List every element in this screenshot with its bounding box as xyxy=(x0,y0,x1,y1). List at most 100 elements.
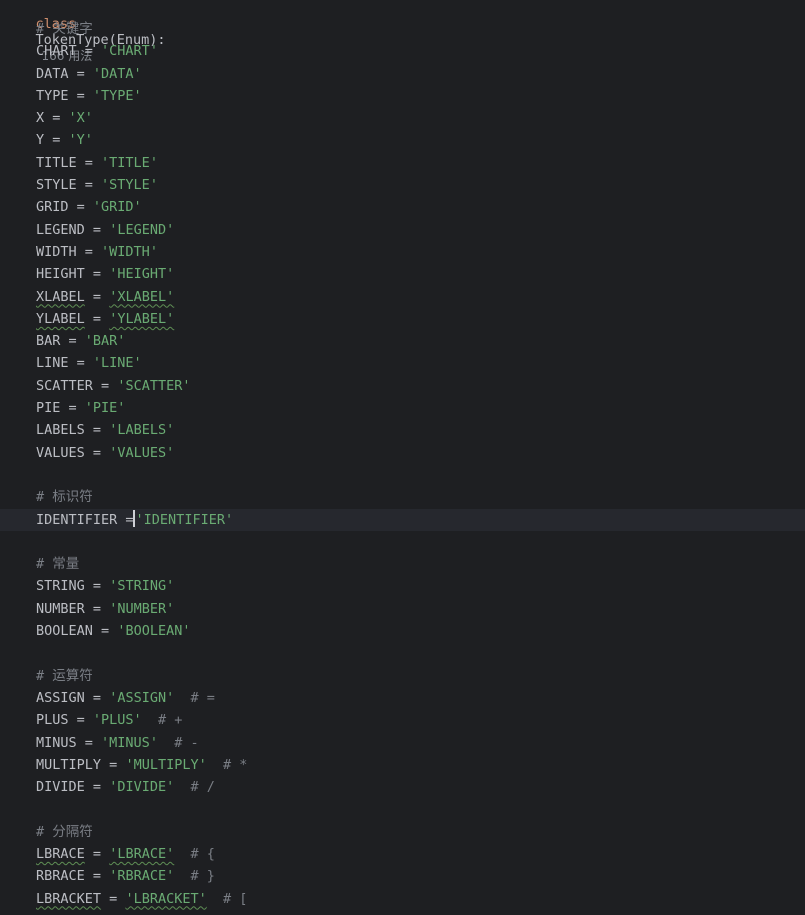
assign-operator: = xyxy=(44,132,61,149)
member-value: 'MULTIPLY' xyxy=(125,756,207,773)
enum-member-line[interactable]: SCATTER = 'SCATTER' xyxy=(0,375,805,397)
member-value: 'PIE' xyxy=(84,400,126,417)
code-editor[interactable]: class TokenType(Enum): 166 用法 # 关键字 CHART… xyxy=(0,0,805,915)
assign-operator: = xyxy=(92,377,110,394)
enum-member-line[interactable]: RBRACE = 'RBRACE' # } xyxy=(0,865,805,887)
assign-operator: = xyxy=(117,511,134,528)
member-name: GRID xyxy=(36,199,69,216)
enum-member-line[interactable]: Y = 'Y' xyxy=(0,129,805,151)
enum-member-line[interactable]: LEGEND = 'LEGEND' xyxy=(0,219,805,241)
enum-member-line[interactable]: TITLE = 'TITLE' xyxy=(0,152,805,174)
assign-operator: = xyxy=(84,868,102,885)
enum-member-line[interactable]: XLABEL = 'XLABEL' xyxy=(0,286,805,308)
assign-operator: = xyxy=(76,177,93,194)
assign-operator: = xyxy=(84,266,102,283)
member-value: 'LABELS' xyxy=(109,422,175,439)
member-value: 'DATA' xyxy=(92,65,142,82)
enum-member-line[interactable]: VALUES = 'VALUES' xyxy=(0,442,805,464)
member-name: DIVIDE xyxy=(36,779,85,796)
enum-member-line[interactable]: STYLE = 'STYLE' xyxy=(0,174,805,196)
member-value: 'VALUES' xyxy=(109,444,175,461)
enum-member-line[interactable]: ASSIGN = 'ASSIGN' # = xyxy=(0,687,805,709)
enum-member-line[interactable]: BAR = 'BAR' xyxy=(0,330,805,352)
enum-member-line[interactable]: DATA = 'DATA' xyxy=(0,63,805,85)
member-name: STRING xyxy=(36,578,85,595)
enum-member-line[interactable]: LINE = 'LINE' xyxy=(0,352,805,374)
comment-line[interactable]: # 运算符 xyxy=(0,665,805,687)
trailing-comment: # [ xyxy=(222,890,248,907)
member-value: 'DIVIDE' xyxy=(109,779,175,796)
assign-operator: = xyxy=(84,310,102,327)
member-value: 'LEGEND' xyxy=(109,221,175,238)
member-value: 'BAR' xyxy=(84,333,126,350)
assign-operator: = xyxy=(84,779,102,796)
enum-member-line[interactable]: MINUS = 'MINUS' # - xyxy=(0,732,805,754)
member-value: 'BOOLEAN' xyxy=(117,623,191,640)
enum-member-line[interactable]: X = 'X' xyxy=(0,107,805,129)
member-name: LEGEND xyxy=(36,221,85,238)
enum-member-line[interactable]: LBRACE = 'LBRACE' # { xyxy=(0,843,805,865)
member-value: 'CHART' xyxy=(101,43,158,60)
trailing-comment: # / xyxy=(190,779,215,796)
enum-member-line[interactable]: NUMBER = 'NUMBER' xyxy=(0,598,805,620)
member-name: XLABEL xyxy=(36,288,85,305)
class-declaration-line[interactable]: class TokenType(Enum): 166 用法 xyxy=(0,0,805,63)
assign-operator: = xyxy=(68,87,85,104)
text-cursor xyxy=(132,509,135,527)
enum-member-line[interactable]: LABELS = 'LABELS' xyxy=(0,419,805,441)
enum-member-line[interactable]: LBRACKET = 'LBRACKET' # [ xyxy=(0,888,805,910)
enum-member-line[interactable]: YLABEL = 'YLABEL' xyxy=(0,308,805,330)
assign-operator: = xyxy=(60,333,77,350)
assign-operator: = xyxy=(76,43,93,60)
member-value: 'MINUS' xyxy=(101,734,158,751)
enum-member-line[interactable]: TYPE = 'TYPE' xyxy=(0,85,805,107)
assign-operator: = xyxy=(76,154,93,171)
member-name: X xyxy=(36,110,45,127)
enum-member-line[interactable]: BOOLEAN = 'BOOLEAN' xyxy=(0,620,805,642)
trailing-comment: # + xyxy=(157,712,183,729)
assign-operator: = xyxy=(84,578,102,595)
comment-text: # 常量 xyxy=(36,556,80,573)
member-name: LBRACE xyxy=(36,845,85,862)
comment-line[interactable]: # 标识符 xyxy=(0,486,805,508)
trailing-comment: # * xyxy=(222,756,248,773)
assign-operator: = xyxy=(68,65,85,82)
assign-operator: = xyxy=(60,400,77,417)
member-value: 'GRID' xyxy=(92,199,142,216)
enum-member-line[interactable]: GRID = 'GRID' xyxy=(0,196,805,218)
enum-member-line[interactable]: MULTIPLY = 'MULTIPLY' # * xyxy=(0,754,805,776)
member-name: NUMBER xyxy=(36,600,85,617)
comment-line[interactable]: # 关键字 xyxy=(0,18,805,40)
member-name: VALUES xyxy=(36,444,85,461)
assign-operator: = xyxy=(76,243,93,260)
enum-member-line[interactable]: STRING = 'STRING' xyxy=(0,575,805,597)
comment-text: # 关键字 xyxy=(36,21,93,37)
trailing-comment: # { xyxy=(190,845,215,862)
member-value: 'IDENTIFIER' xyxy=(135,511,234,528)
assign-operator: = xyxy=(92,623,110,640)
member-name: TITLE xyxy=(36,154,77,171)
member-name: MULTIPLY xyxy=(36,756,102,773)
assign-operator: = xyxy=(101,890,118,907)
member-value: 'WIDTH' xyxy=(101,243,158,260)
member-value: 'TYPE' xyxy=(92,87,142,104)
enum-member-line[interactable]: HEIGHT = 'HEIGHT' xyxy=(0,263,805,285)
assign-operator: = xyxy=(84,422,102,439)
comment-line[interactable]: # 常量 xyxy=(0,553,805,575)
assign-operator: = xyxy=(84,689,102,706)
comment-line[interactable]: # 分隔符 xyxy=(0,821,805,843)
enum-member-line[interactable]: PLUS = 'PLUS' # + xyxy=(0,709,805,731)
enum-member-line[interactable]: CHART = 'CHART' xyxy=(0,40,805,62)
comment-text: # 运算符 xyxy=(36,667,93,684)
enum-member-line[interactable]: IDENTIFIER = 'IDENTIFIER' xyxy=(0,508,805,531)
member-name: ASSIGN xyxy=(36,689,85,706)
class-body: # 关键字 CHART = 'CHART' DATA = 'DATA' TYPE = … xyxy=(0,18,805,910)
assign-operator: = xyxy=(84,845,102,862)
member-name: PIE xyxy=(36,400,61,417)
enum-member-line[interactable]: PIE = 'PIE' xyxy=(0,397,805,419)
enum-member-line[interactable]: WIDTH = 'WIDTH' xyxy=(0,241,805,263)
member-value: 'XLABEL' xyxy=(109,288,175,305)
enum-member-line[interactable]: DIVIDE = 'DIVIDE' # / xyxy=(0,776,805,798)
